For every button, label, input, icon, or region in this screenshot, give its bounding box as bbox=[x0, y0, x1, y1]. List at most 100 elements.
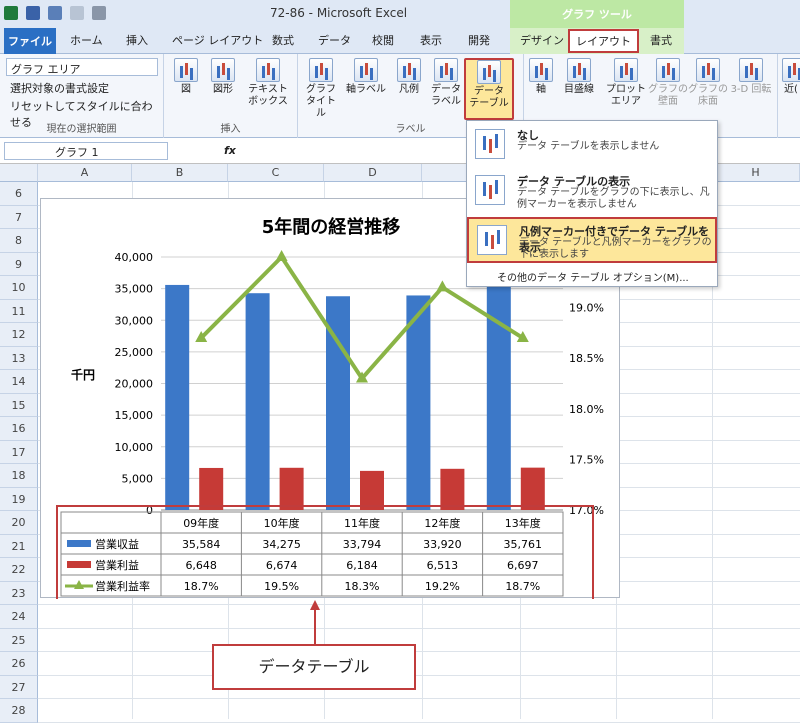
row-header[interactable]: 23 bbox=[0, 581, 38, 605]
tab-layout[interactable]: レイアウト bbox=[568, 29, 639, 53]
3d-rotation-button[interactable]: 3-D 回転 bbox=[728, 58, 774, 96]
shapes-button[interactable]: 図形 bbox=[208, 58, 238, 96]
axis-labels-button[interactable]: 軸ラベル bbox=[344, 58, 388, 96]
chart-title-icon bbox=[309, 58, 333, 82]
row-header[interactable]: 7 bbox=[0, 205, 38, 229]
col-header[interactable]: B bbox=[132, 164, 228, 182]
menu-item-show-table[interactable]: データ テーブルの表示 データ テーブルをグラフの下に表示し、凡例マーカーを表示… bbox=[467, 169, 717, 215]
y2-tick-label: 18.5% bbox=[569, 352, 604, 365]
row-header[interactable]: 19 bbox=[0, 487, 38, 511]
table-cell: 6,648 bbox=[185, 559, 217, 572]
trendline-icon bbox=[782, 58, 800, 82]
trendline-button[interactable]: 近( bbox=[782, 58, 800, 96]
y-tick-label: 40,000 bbox=[115, 251, 154, 264]
row-header[interactable]: 20 bbox=[0, 511, 38, 535]
data-table-button[interactable]: データ テーブル bbox=[464, 58, 514, 120]
tab-review[interactable]: 校閲 bbox=[372, 32, 394, 48]
col-header[interactable]: C bbox=[228, 164, 324, 182]
col-header[interactable]: A bbox=[38, 164, 132, 182]
row-header[interactable]: 10 bbox=[0, 276, 38, 300]
menu-item-more-options[interactable]: その他のデータ テーブル オプション(M)... bbox=[497, 269, 689, 284]
row-header[interactable]: 6 bbox=[0, 182, 38, 206]
y-tick-label: 30,000 bbox=[115, 314, 154, 327]
row-header[interactable]: 14 bbox=[0, 370, 38, 394]
row-header[interactable]: 24 bbox=[0, 605, 38, 629]
tab-file[interactable]: ファイル bbox=[4, 28, 56, 54]
axes-button[interactable]: 軸 bbox=[526, 58, 556, 96]
tab-design[interactable]: デザイン bbox=[520, 32, 564, 48]
tab-page-layout[interactable]: ページ レイアウト bbox=[172, 32, 263, 48]
row-header[interactable]: 16 bbox=[0, 417, 38, 441]
y-tick-label: 5,000 bbox=[122, 472, 154, 485]
tab-formulas[interactable]: 数式 bbox=[272, 32, 294, 48]
y-tick-label: 20,000 bbox=[115, 378, 154, 391]
undo-icon[interactable] bbox=[48, 6, 62, 20]
chart-floor-button[interactable]: グラフの 床面 bbox=[688, 58, 728, 108]
y-tick-label: 10,000 bbox=[115, 441, 154, 454]
format-selection-button[interactable]: 選択対象の書式設定 bbox=[10, 80, 109, 96]
y-tick-label: 25,000 bbox=[115, 346, 154, 359]
textbox-button[interactable]: テキスト ボックス bbox=[246, 58, 290, 108]
row-header[interactable]: 17 bbox=[0, 440, 38, 464]
tab-data[interactable]: データ bbox=[318, 32, 351, 48]
legend-button[interactable]: 凡例 bbox=[392, 58, 426, 96]
bar-profit bbox=[279, 467, 304, 510]
table-category: 09年度 bbox=[183, 516, 219, 530]
row-header[interactable]: 15 bbox=[0, 393, 38, 417]
data-labels-button[interactable]: データ ラベル bbox=[428, 58, 464, 108]
select-all-corner[interactable] bbox=[0, 164, 38, 182]
row-header[interactable]: 18 bbox=[0, 464, 38, 488]
callout-arrow bbox=[310, 600, 320, 644]
plot-area-button[interactable]: プロット エリア bbox=[606, 58, 646, 108]
menu-item-table-with-legend[interactable]: 凡例マーカー付きでデータ テーブルを表示 データ テーブルと凡例マーカーをグラフ… bbox=[467, 217, 717, 263]
table-series-name: 営業収益 bbox=[95, 537, 139, 551]
table-icon bbox=[475, 175, 505, 205]
name-box[interactable]: グラフ 1 bbox=[4, 142, 168, 160]
tab-home[interactable]: ホーム bbox=[70, 32, 103, 48]
col-header[interactable]: H bbox=[712, 164, 800, 182]
callout-label: データテーブル bbox=[212, 644, 416, 690]
redo-icon[interactable] bbox=[70, 6, 84, 20]
tab-developer[interactable]: 開発 bbox=[468, 32, 490, 48]
chart-wall-button[interactable]: グラフの 壁面 bbox=[648, 58, 688, 108]
row-header[interactable]: 9 bbox=[0, 252, 38, 276]
tab-format[interactable]: 書式 bbox=[650, 32, 672, 48]
no-table-icon bbox=[475, 129, 505, 159]
group-current-selection: グラフ エリア 選択対象の書式設定 リセットしてスタイルに合わせる 現在の選択範… bbox=[0, 54, 164, 138]
chart-element-select[interactable]: グラフ エリア bbox=[6, 58, 158, 76]
tab-insert[interactable]: 挿入 bbox=[126, 32, 148, 48]
tab-view[interactable]: 表示 bbox=[420, 32, 442, 48]
fx-icon[interactable]: fx bbox=[224, 144, 236, 157]
table-cell: 35,761 bbox=[504, 538, 543, 551]
bar-profit bbox=[440, 468, 465, 510]
save-icon[interactable] bbox=[26, 6, 40, 20]
row-header[interactable]: 27 bbox=[0, 675, 38, 699]
legend-key bbox=[67, 561, 91, 568]
window-title: 72-86 - Microsoft Excel bbox=[270, 6, 408, 20]
textbox-icon bbox=[256, 58, 280, 82]
gridlines-button[interactable]: 目盛線 bbox=[558, 58, 600, 96]
row-header[interactable]: 26 bbox=[0, 652, 38, 676]
data-table-menu: なし データ テーブルを表示しません データ テーブルの表示 データ テーブルを… bbox=[466, 120, 718, 287]
row-header[interactable]: 21 bbox=[0, 534, 38, 558]
col-header[interactable]: D bbox=[324, 164, 422, 182]
row-header[interactable]: 25 bbox=[0, 628, 38, 652]
row-header[interactable]: 11 bbox=[0, 299, 38, 323]
bar-revenue bbox=[245, 293, 270, 510]
row-header[interactable]: 12 bbox=[0, 323, 38, 347]
bar-profit bbox=[199, 467, 224, 510]
table-cell: 18.7% bbox=[505, 580, 540, 593]
picture-button[interactable]: 図 bbox=[172, 58, 200, 96]
data-labels-icon bbox=[434, 58, 458, 82]
menu-item-desc: データ テーブルをグラフの下に表示し、凡例マーカーを表示しません bbox=[517, 187, 710, 210]
table-cell: 6,184 bbox=[346, 559, 378, 572]
table-cell: 19.5% bbox=[264, 580, 299, 593]
y2-tick-label: 18.0% bbox=[569, 403, 604, 416]
chart-title-button[interactable]: グラフ タイトル bbox=[302, 58, 340, 120]
row-header[interactable]: 22 bbox=[0, 558, 38, 582]
menu-item-none[interactable]: なし データ テーブルを表示しません bbox=[467, 123, 717, 169]
table-cell: 6,697 bbox=[507, 559, 539, 572]
row-header[interactable]: 13 bbox=[0, 346, 38, 370]
print-icon[interactable] bbox=[92, 6, 106, 20]
row-header[interactable]: 8 bbox=[0, 229, 38, 253]
